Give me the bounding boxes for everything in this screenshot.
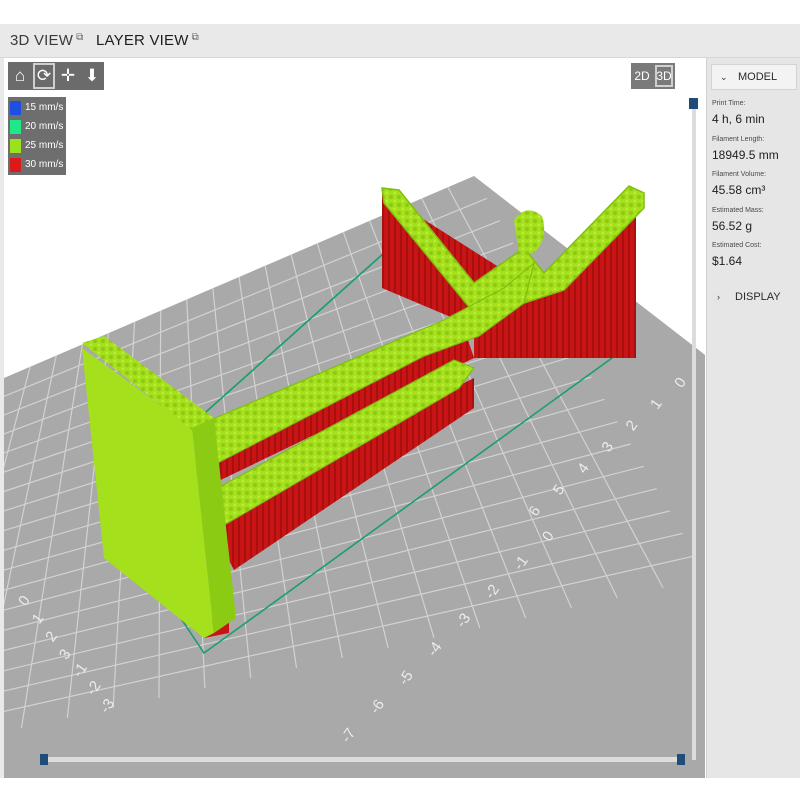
home-icon: ⌂: [14, 66, 26, 85]
layer-slider-handle[interactable]: [689, 98, 698, 109]
bottom-margin: [0, 778, 800, 800]
view-3d-button[interactable]: 3D: [653, 63, 675, 89]
rotate-icon: ⟳: [36, 66, 52, 85]
chevron-down-icon: ⌄: [720, 71, 728, 82]
legend-label: 30 mm/s: [25, 159, 64, 170]
estimated-cost-label: Estimated Cost:: [712, 242, 762, 249]
top-margin: [0, 0, 800, 24]
filament-volume-label: Filament Volume:: [712, 171, 767, 178]
display-section-label: DISPLAY: [735, 291, 781, 303]
zoom-icon: ⬇: [84, 66, 100, 85]
sidebar: ⌄ MODEL Print Time: 4 h, 6 min Filament …: [706, 58, 800, 778]
rotate-view-button[interactable]: ⟳: [32, 62, 56, 90]
legend-swatch: [10, 157, 21, 172]
display-section-header[interactable]: › DISPLAY: [717, 291, 781, 303]
zoom-view-button[interactable]: ⬇: [80, 62, 104, 90]
3d-viewport[interactable]: 0 1 2 3 4 5 6 0 -1 -2 -3 -4 -5 -6 -7 0 1 2 3 -1 -2 -3: [0, 58, 705, 778]
legend-label: 20 mm/s: [25, 121, 64, 132]
view-mode-toggle: 2D 3D: [631, 63, 675, 89]
chevron-right-icon: ›: [717, 292, 720, 302]
print-time-value: 4 h, 6 min: [712, 112, 765, 126]
legend-label: 25 mm/s: [25, 140, 64, 151]
filament-length-label: Filament Length:: [712, 136, 765, 143]
view-tab-bar: 3D VIEW ⧉ LAYER VIEW ⧉: [0, 24, 800, 58]
layer-slider-track[interactable]: [692, 100, 696, 760]
tab-layer-view-label: LAYER VIEW: [96, 32, 189, 49]
speed-legend: 15 mm/s 20 mm/s 25 mm/s 30 mm/s: [8, 97, 66, 175]
legend-item: 15 mm/s: [8, 98, 66, 117]
legend-swatch: [10, 138, 21, 153]
legend-swatch: [10, 100, 21, 115]
estimated-mass-label: Estimated Mass:: [712, 207, 764, 214]
tab-3d-view-label: 3D VIEW: [10, 32, 74, 49]
model-section-label: MODEL: [738, 71, 778, 83]
print-time-label: Print Time:: [712, 100, 746, 107]
filament-volume-value: 45.58 cm³: [712, 183, 766, 197]
move-slider-start-handle[interactable]: [40, 754, 48, 765]
legend-label: 15 mm/s: [25, 102, 64, 113]
legend-item: 25 mm/s: [8, 136, 66, 155]
legend-item: 30 mm/s: [8, 155, 66, 174]
layer-preview-canvas[interactable]: 01234560-1-2-3-4-5-6-70123-1-2-3: [4, 58, 705, 778]
tab-layer-view[interactable]: LAYER VIEW ⧉: [96, 32, 199, 49]
home-view-button[interactable]: ⌂: [8, 62, 32, 90]
estimated-mass-value: 56.52 g: [712, 219, 753, 233]
legend-item: 20 mm/s: [8, 117, 66, 136]
legend-swatch: [10, 119, 21, 134]
view-2d-button[interactable]: 2D: [631, 63, 653, 89]
filament-length-value: 18949.5 mm: [712, 148, 779, 162]
move-slider-end-handle[interactable]: [677, 754, 685, 765]
model-section-header[interactable]: ⌄ MODEL: [711, 64, 797, 90]
estimated-cost-value: $1.64: [712, 254, 743, 268]
external-link-icon: ⧉: [76, 32, 84, 43]
move-slider-track[interactable]: [44, 757, 684, 762]
camera-toolbar: ⌂ ⟳ ✛ ⬇: [8, 62, 104, 90]
pan-icon: ✛: [60, 66, 76, 85]
tab-3d-view[interactable]: 3D VIEW ⧉: [10, 32, 83, 49]
pan-view-button[interactable]: ✛: [56, 62, 80, 90]
external-link-icon: ⧉: [191, 32, 199, 43]
